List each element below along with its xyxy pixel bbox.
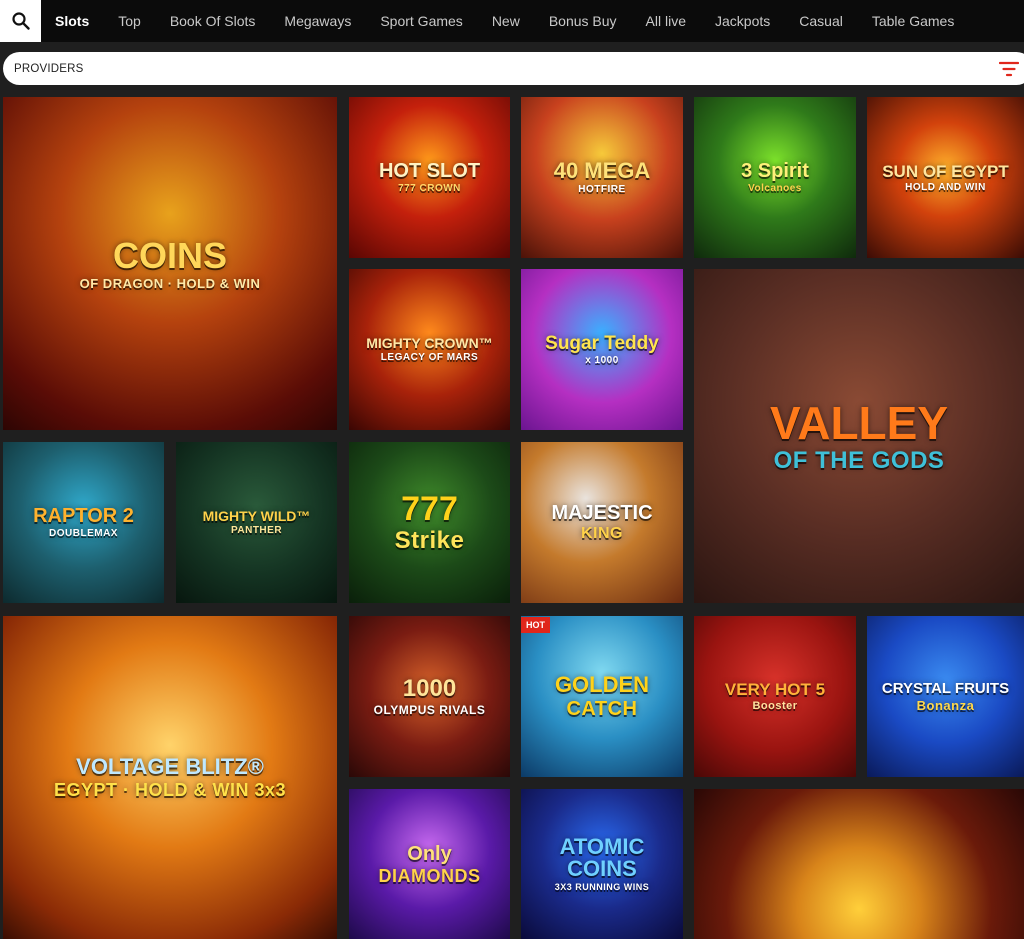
search-button[interactable]	[0, 0, 41, 42]
game-subtitle: EGYPT · HOLD & WIN 3x3	[53, 780, 287, 800]
game-title: CRYSTAL FRUITS	[881, 680, 1010, 697]
game-subtitle: OLYMPUS RIVALS	[373, 703, 486, 717]
providers-filter[interactable]: PROVIDERS	[3, 52, 1024, 85]
game-subtitle: CATCH	[566, 698, 638, 720]
game-tile-mighty-crown[interactable]: MIGHTY CROWN™ LEGACY OF MARS	[349, 269, 510, 430]
game-subtitle: HOLD AND WIN	[905, 181, 986, 193]
game-tile-raptor-2[interactable]: RAPTOR 2 DOUBLEMAX	[3, 442, 164, 603]
tab-casual[interactable]: Casual	[799, 13, 843, 29]
tab-top[interactable]: Top	[118, 13, 141, 29]
game-tile-mighty-wild-panther[interactable]: MIGHTY WILD™ PANTHER	[176, 442, 337, 603]
game-tile-sun-of-egypt[interactable]: SUN OF EGYPT HOLD AND WIN	[867, 97, 1024, 258]
tab-sport-games[interactable]: Sport Games	[380, 13, 462, 29]
game-subtitle: Volcanoes	[748, 183, 802, 194]
game-subtitle: Booster	[752, 700, 798, 712]
game-subtitle: OF THE GODS	[773, 446, 945, 474]
game-tile-valley-of-the-gods[interactable]: VALLEY OF THE GODS	[694, 269, 1024, 603]
game-tile-joker-coin[interactable]	[694, 789, 1024, 939]
game-title: RAPTOR 2	[33, 505, 134, 527]
game-subtitle: Strike	[394, 527, 465, 554]
game-tile-very-hot-5-booster[interactable]: VERY HOT 5 Booster	[694, 616, 856, 777]
category-tabs: Slots Top Book Of Slots Megaways Sport G…	[41, 0, 983, 42]
tab-jackpots[interactable]: Jackpots	[715, 13, 770, 29]
game-tile-golden-catch[interactable]: GOLDEN CATCH	[521, 616, 683, 777]
game-subtitle: DOUBLEMAX	[49, 528, 118, 539]
tab-book-of-slots[interactable]: Book Of Slots	[170, 13, 256, 29]
game-subtitle: Bonanza	[916, 698, 975, 713]
game-tile-voltage-blitz-egypt[interactable]: VOLTAGE BLITZ® EGYPT · HOLD & WIN 3x3	[3, 616, 337, 939]
game-tile-atomic-coins[interactable]: ATOMIC COINS 3X3 RUNNING WINS	[521, 789, 683, 939]
game-subtitle: x 1000	[585, 354, 619, 366]
tab-megaways[interactable]: Megaways	[284, 13, 351, 29]
game-title: 3 Spirit	[741, 160, 809, 182]
game-tile-only-diamonds[interactable]: Only DIAMONDS	[349, 789, 510, 939]
game-tile-40-mega-hotfire[interactable]: 40 MEGA HOTFIRE	[521, 97, 683, 258]
game-title: ATOMIC COINS	[559, 834, 645, 881]
tab-slots[interactable]: Slots	[55, 13, 89, 29]
game-title: 1000	[402, 675, 457, 702]
hot-badge: HOT	[521, 617, 550, 633]
game-tile-crystal-fruits-bonanza[interactable]: CRYSTAL FRUITS Bonanza	[867, 616, 1024, 777]
game-subtitle: 3X3 RUNNING WINS	[554, 882, 650, 892]
game-subtitle: LEGACY OF MARS	[380, 352, 479, 363]
game-tile-sugar-teddy[interactable]: Sugar Teddy x 1000	[521, 269, 683, 430]
tab-table-games[interactable]: Table Games	[872, 13, 954, 29]
game-title: HOT SLOT	[378, 160, 481, 182]
game-title: COINS	[112, 234, 227, 276]
game-subtitle: KING	[581, 525, 623, 542]
game-title: VOLTAGE BLITZ®	[76, 754, 264, 779]
game-tile-majestic-king[interactable]: MAJESTIC KING	[521, 442, 683, 603]
tab-new[interactable]: New	[492, 13, 520, 29]
game-subtitle: PANTHER	[230, 525, 283, 536]
game-tile-1000-olympus-rivals[interactable]: 1000 OLYMPUS RIVALS	[349, 616, 510, 777]
game-tile-hot-slot-777-crown[interactable]: HOT SLOT 777 CROWN	[349, 97, 510, 258]
game-title: SUN OF EGYPT	[882, 161, 1009, 181]
game-tile-coins-of-dragon[interactable]: COINS OF DRAGON · HOLD & WIN	[3, 97, 337, 430]
game-subtitle: 777 CROWN	[398, 183, 461, 194]
providers-label: PROVIDERS	[14, 62, 84, 75]
game-subtitle: HOTFIRE	[578, 184, 626, 195]
game-title: GOLDEN	[554, 672, 650, 697]
tab-bonus-buy[interactable]: Bonus Buy	[549, 13, 617, 29]
game-title: Only	[407, 842, 452, 865]
game-subtitle: OF DRAGON · HOLD & WIN	[79, 275, 261, 291]
game-title: 777	[401, 490, 458, 528]
game-title: MAJESTIC	[551, 502, 653, 524]
game-title: VERY HOT 5	[724, 680, 826, 699]
game-tile-777-strike[interactable]: 777 Strike	[349, 442, 510, 603]
game-subtitle: DIAMONDS	[378, 865, 481, 886]
game-tile-3-spirit-volcanoes[interactable]: 3 Spirit Volcanoes	[694, 97, 856, 258]
game-title: 40 MEGA	[553, 158, 651, 183]
search-icon	[11, 12, 30, 30]
game-title: VALLEY	[769, 396, 949, 449]
game-title: Sugar Teddy	[545, 332, 659, 354]
top-navigation: Slots Top Book Of Slots Megaways Sport G…	[0, 0, 1024, 42]
game-title: MIGHTY CROWN™	[366, 335, 493, 351]
filter-icon[interactable]	[999, 61, 1019, 77]
tab-all-live[interactable]: All live	[646, 13, 686, 29]
game-title: MIGHTY WILD™	[202, 508, 311, 524]
